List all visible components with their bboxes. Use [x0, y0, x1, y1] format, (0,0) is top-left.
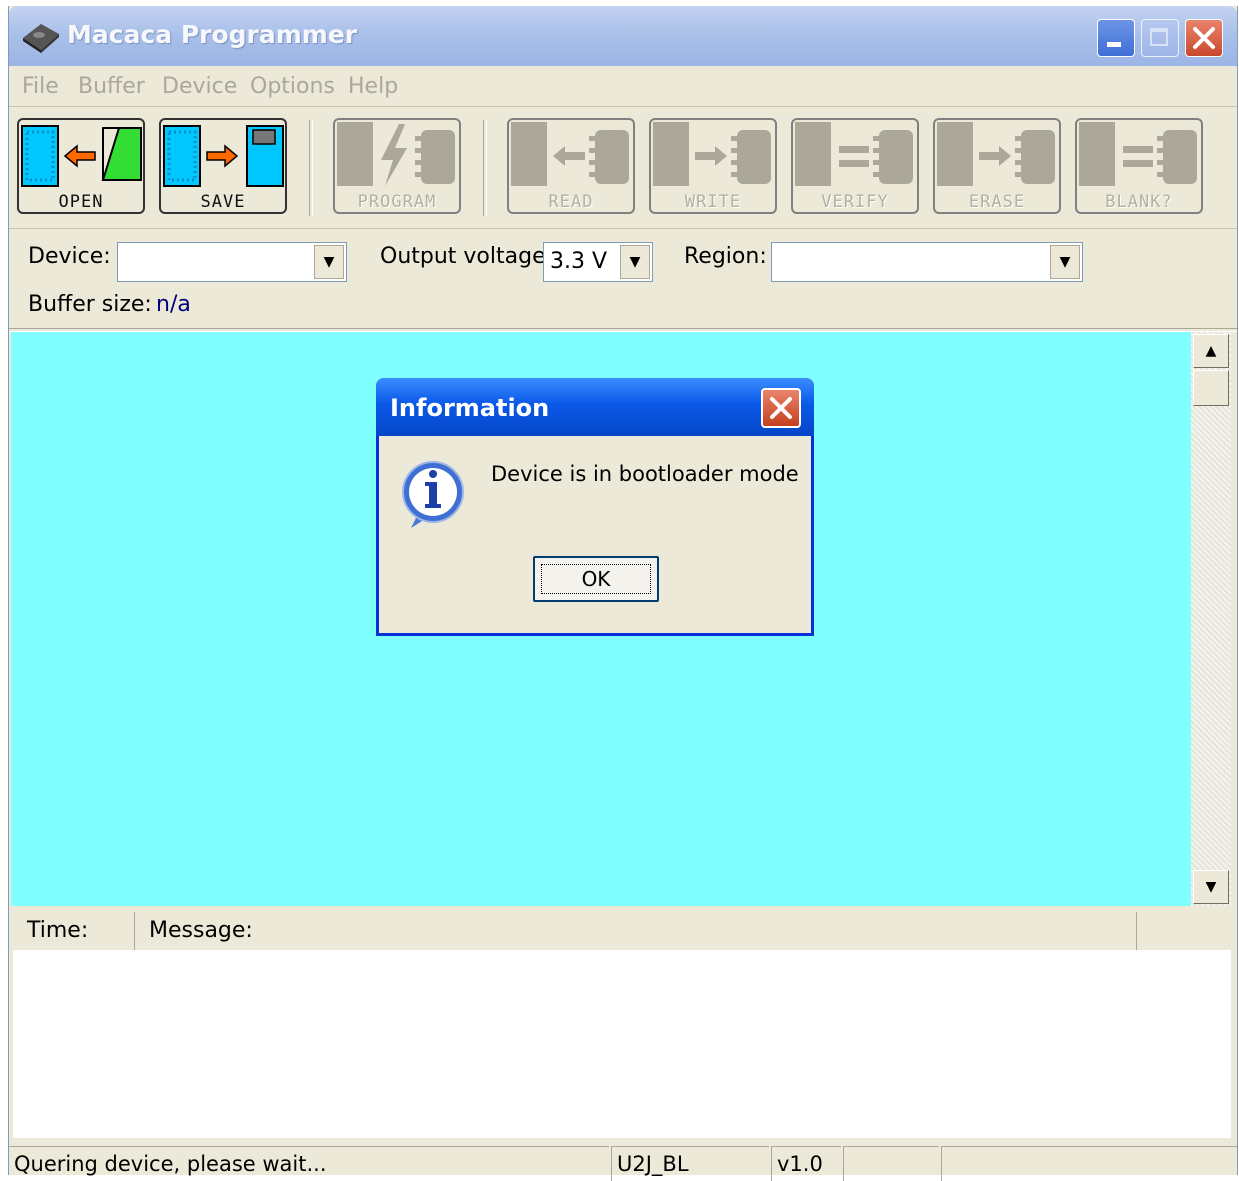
open-file-icon: [21, 125, 142, 187]
region-select[interactable]: ▼: [771, 242, 1083, 282]
read-button[interactable]: READ: [507, 118, 635, 214]
erase-arrow-icon: [937, 122, 1055, 186]
device-select[interactable]: ▼: [117, 242, 347, 282]
toolbar-separator: [309, 120, 313, 216]
menu-options[interactable]: Options: [250, 74, 335, 99]
dialog-title: Information: [390, 394, 550, 422]
close-icon: [770, 397, 792, 419]
scroll-thumb[interactable]: [1193, 370, 1229, 406]
blank-check-button[interactable]: BLANK?: [1075, 118, 1203, 214]
scroll-down-button[interactable]: ▼: [1193, 870, 1229, 904]
chevron-down-icon[interactable]: ▼: [314, 245, 344, 279]
program-chip-icon: [337, 122, 455, 186]
menu-bar: File Buffer Device Options Help: [9, 66, 1237, 107]
status-panel-empty: [843, 1146, 939, 1181]
log-column-message[interactable]: Message:: [135, 912, 1137, 950]
window-title: Macaca Programmer: [67, 20, 358, 49]
status-bar: Quering device, please wait... U2J_BL v1…: [9, 1144, 1237, 1181]
output-voltage-select[interactable]: 3.3 V ▼: [543, 242, 653, 282]
status-version: v1.0: [771, 1146, 841, 1181]
blank-check-label: BLANK?: [1105, 192, 1173, 212]
status-message: Quering device, please wait...: [9, 1146, 609, 1181]
write-label: WRITE: [684, 192, 742, 212]
blank-check-icon: [1079, 122, 1197, 186]
dialog-message: Device is in bootloader mode: [491, 462, 799, 486]
toolbar: OPEN SAVE PROGRAM READ WRITE VERIFY ERAS…: [9, 110, 1237, 229]
information-dialog: Information Device is in bootloader mode…: [376, 378, 814, 636]
log-column-time[interactable]: Time:: [13, 912, 135, 950]
output-voltage-value: 3.3 V: [550, 249, 608, 274]
status-device-id: U2J_BL: [611, 1146, 769, 1181]
dialog-title-bar[interactable]: Information: [376, 378, 814, 436]
buffer-size-label: Buffer size:: [28, 292, 152, 317]
read-arrow-icon: [511, 122, 629, 186]
program-button[interactable]: PROGRAM: [333, 118, 461, 214]
vertical-scrollbar[interactable]: ▲ ▼: [1191, 332, 1231, 906]
buffer-size-value: n/a: [156, 292, 191, 317]
write-button[interactable]: WRITE: [649, 118, 777, 214]
arrow-up-icon: ▲: [1205, 343, 1217, 359]
arrow-down-icon: ▼: [1205, 879, 1217, 895]
open-label: OPEN: [58, 192, 104, 212]
menu-help[interactable]: Help: [348, 74, 398, 99]
close-button[interactable]: [1185, 19, 1223, 57]
region-label: Region:: [684, 244, 767, 269]
scroll-up-button[interactable]: ▲: [1193, 334, 1229, 368]
maximize-button[interactable]: [1141, 19, 1179, 57]
device-label: Device:: [28, 244, 111, 269]
focus-ring: [541, 564, 651, 594]
chip-app-icon: [23, 24, 59, 53]
status-panel-empty: [941, 1146, 1237, 1181]
log-header: Time: Message:: [13, 912, 1231, 951]
verify-label: VERIFY: [821, 192, 889, 212]
minimize-button[interactable]: [1097, 19, 1135, 57]
read-label: READ: [548, 192, 594, 212]
menu-device[interactable]: Device: [162, 74, 237, 99]
toolbar-separator: [483, 120, 487, 216]
menu-file[interactable]: File: [22, 74, 59, 99]
erase-button[interactable]: ERASE: [933, 118, 1061, 214]
menu-buffer[interactable]: Buffer: [78, 74, 145, 99]
output-voltage-label: Output voltage:: [380, 244, 554, 269]
ok-button[interactable]: OK: [533, 556, 659, 602]
erase-label: ERASE: [968, 192, 1026, 212]
chevron-down-icon[interactable]: ▼: [620, 245, 650, 279]
info-icon: [402, 461, 464, 528]
maximize-icon: [1150, 28, 1168, 46]
chevron-down-icon[interactable]: ▼: [1050, 245, 1080, 279]
log-list[interactable]: [13, 950, 1231, 1138]
verify-equals-icon: [795, 122, 913, 186]
main-window: Macaca Programmer File Buffer Device Opt…: [8, 6, 1238, 1181]
program-label: PROGRAM: [357, 192, 437, 212]
write-arrow-icon: [653, 122, 771, 186]
close-icon: [1193, 27, 1215, 49]
save-button[interactable]: SAVE: [159, 118, 287, 214]
save-file-icon: [163, 125, 284, 187]
save-label: SAVE: [200, 192, 246, 212]
title-bar[interactable]: Macaca Programmer: [9, 6, 1237, 66]
dialog-close-button[interactable]: [761, 388, 801, 428]
open-button[interactable]: OPEN: [17, 118, 145, 214]
verify-button[interactable]: VERIFY: [791, 118, 919, 214]
minimize-icon: [1107, 42, 1121, 47]
